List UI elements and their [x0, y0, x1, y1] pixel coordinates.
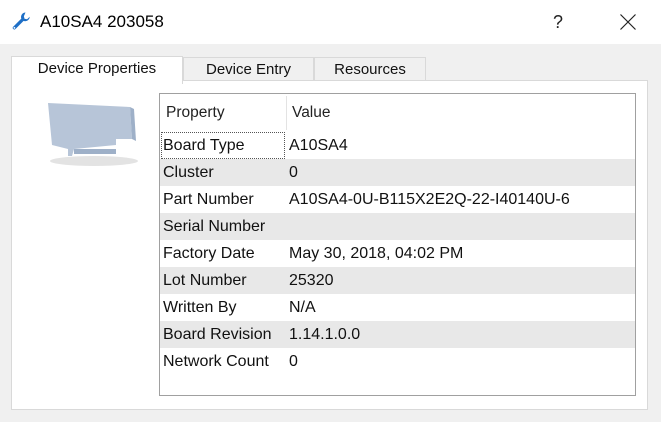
table-row[interactable]: Cluster 0 [160, 159, 635, 186]
title-bar: A10SA4 203058 ? [0, 0, 661, 44]
value-cell: 25320 [289, 272, 334, 289]
property-cell: Lot Number [163, 272, 247, 289]
table-row[interactable]: Part Number A10SA4-0U-B115X2E2Q-22-I4014… [160, 186, 635, 213]
table-row[interactable]: Network Count 0 [160, 348, 635, 375]
window-title: A10SA4 203058 [40, 12, 164, 31]
value-cell: A10SA4 [289, 137, 348, 154]
table-row[interactable]: Lot Number 25320 [160, 267, 635, 294]
table-row[interactable]: Serial Number [160, 213, 635, 240]
table-row[interactable]: Board Revision 1.14.1.0.0 [160, 321, 635, 348]
property-cell: Factory Date [163, 245, 255, 262]
property-cell: Serial Number [163, 218, 266, 235]
close-button[interactable] [610, 6, 646, 38]
property-cell: Board Revision [163, 326, 272, 343]
column-divider[interactable] [286, 96, 287, 130]
table-row[interactable]: Board Type A10SA4 [160, 132, 635, 159]
property-cell: Part Number [163, 191, 254, 208]
column-header-property[interactable]: Property [166, 94, 225, 132]
property-cell: Written By [163, 299, 237, 316]
value-cell: A10SA4-0U-B115X2E2Q-22-I40140U-6 [289, 191, 570, 208]
property-cell: Board Type [161, 132, 285, 159]
close-icon [620, 14, 636, 30]
tab-device-properties[interactable]: Device Properties [11, 56, 183, 84]
wrench-icon [12, 12, 30, 30]
table-row[interactable]: Written By N/A [160, 294, 635, 321]
device-properties-panel: Property Value Board Type A10SA4 Cluster… [11, 80, 648, 410]
pcie-board-icon [48, 103, 138, 166]
property-cell: Network Count [163, 353, 269, 370]
value-cell: May 30, 2018, 04:02 PM [289, 245, 464, 262]
properties-grid[interactable]: Property Value Board Type A10SA4 Cluster… [159, 93, 636, 396]
help-button[interactable]: ? [540, 6, 576, 38]
value-cell: 0 [289, 353, 298, 370]
grid-header: Property Value [160, 94, 635, 132]
value-cell: N/A [289, 299, 316, 316]
value-cell: 1.14.1.0.0 [289, 326, 361, 343]
table-row[interactable]: Factory Date May 30, 2018, 04:02 PM [160, 240, 635, 267]
value-cell: 0 [289, 164, 298, 181]
property-cell: Cluster [163, 164, 214, 181]
column-header-value[interactable]: Value [292, 94, 331, 132]
